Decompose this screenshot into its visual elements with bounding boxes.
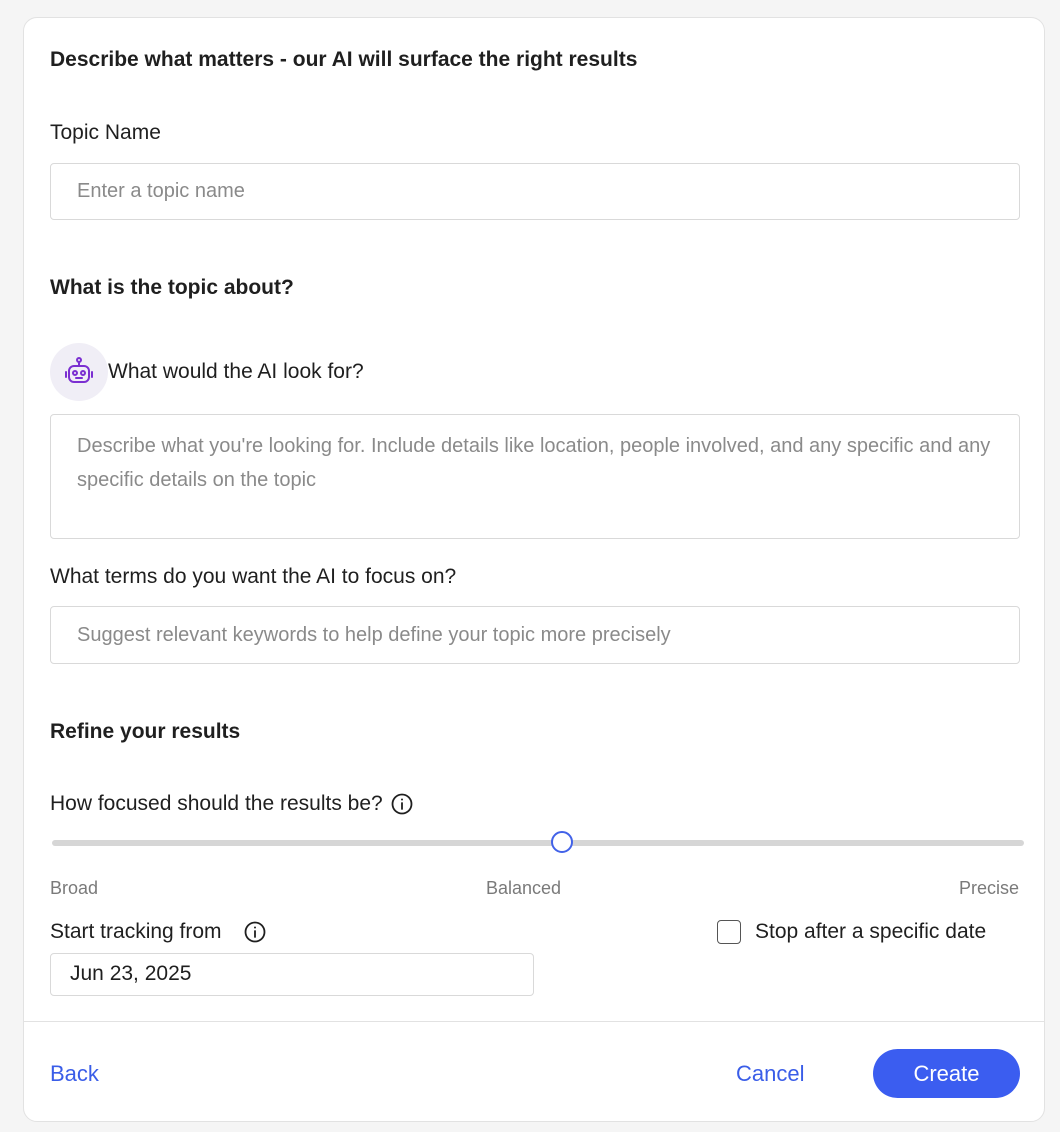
ai-look-for-label: What would the AI look for? xyxy=(108,360,364,383)
start-tracking-row: Start tracking from xyxy=(50,920,266,944)
focus-slider-thumb[interactable] xyxy=(551,831,574,853)
slider-tick-precise: Precise xyxy=(958,878,1019,898)
ai-terms-label: What terms do you want the AI to focus o… xyxy=(50,565,457,588)
about-section-title: What is the topic about? xyxy=(50,276,294,299)
create-button[interactable]: Create xyxy=(873,1049,1020,1098)
start-tracking-label: Start tracking from xyxy=(50,920,222,943)
robot-icon xyxy=(65,357,93,383)
robot-avatar xyxy=(50,343,108,401)
topic-name-input[interactable] xyxy=(50,163,1020,220)
topic-name-label: Topic Name xyxy=(50,121,161,144)
cancel-button[interactable]: Cancel xyxy=(736,1061,804,1087)
ai-look-for-textarea[interactable] xyxy=(50,414,1020,539)
info-icon[interactable] xyxy=(244,921,266,943)
ai-terms-input[interactable] xyxy=(50,606,1020,664)
stop-after-label[interactable]: Stop after a specific date xyxy=(755,920,986,944)
focus-slider-track[interactable] xyxy=(52,840,1024,846)
footer-divider xyxy=(24,1021,1044,1022)
stop-after-checkbox[interactable] xyxy=(717,920,741,944)
start-date-field[interactable]: Jun 23, 2025 xyxy=(50,953,534,996)
back-button[interactable]: Back xyxy=(50,1061,99,1087)
dialog-title: Describe what matters - our AI will surf… xyxy=(50,48,638,71)
slider-tick-balanced: Balanced xyxy=(486,878,562,898)
focus-label-row: How focused should the results be? xyxy=(50,792,413,816)
focus-label: How focused should the results be? xyxy=(50,792,383,815)
slider-tick-broad: Broad xyxy=(50,878,99,898)
create-topic-dialog: Describe what matters - our AI will surf… xyxy=(23,17,1045,1122)
refine-section-title: Refine your results xyxy=(50,720,241,743)
info-icon[interactable] xyxy=(391,793,413,815)
